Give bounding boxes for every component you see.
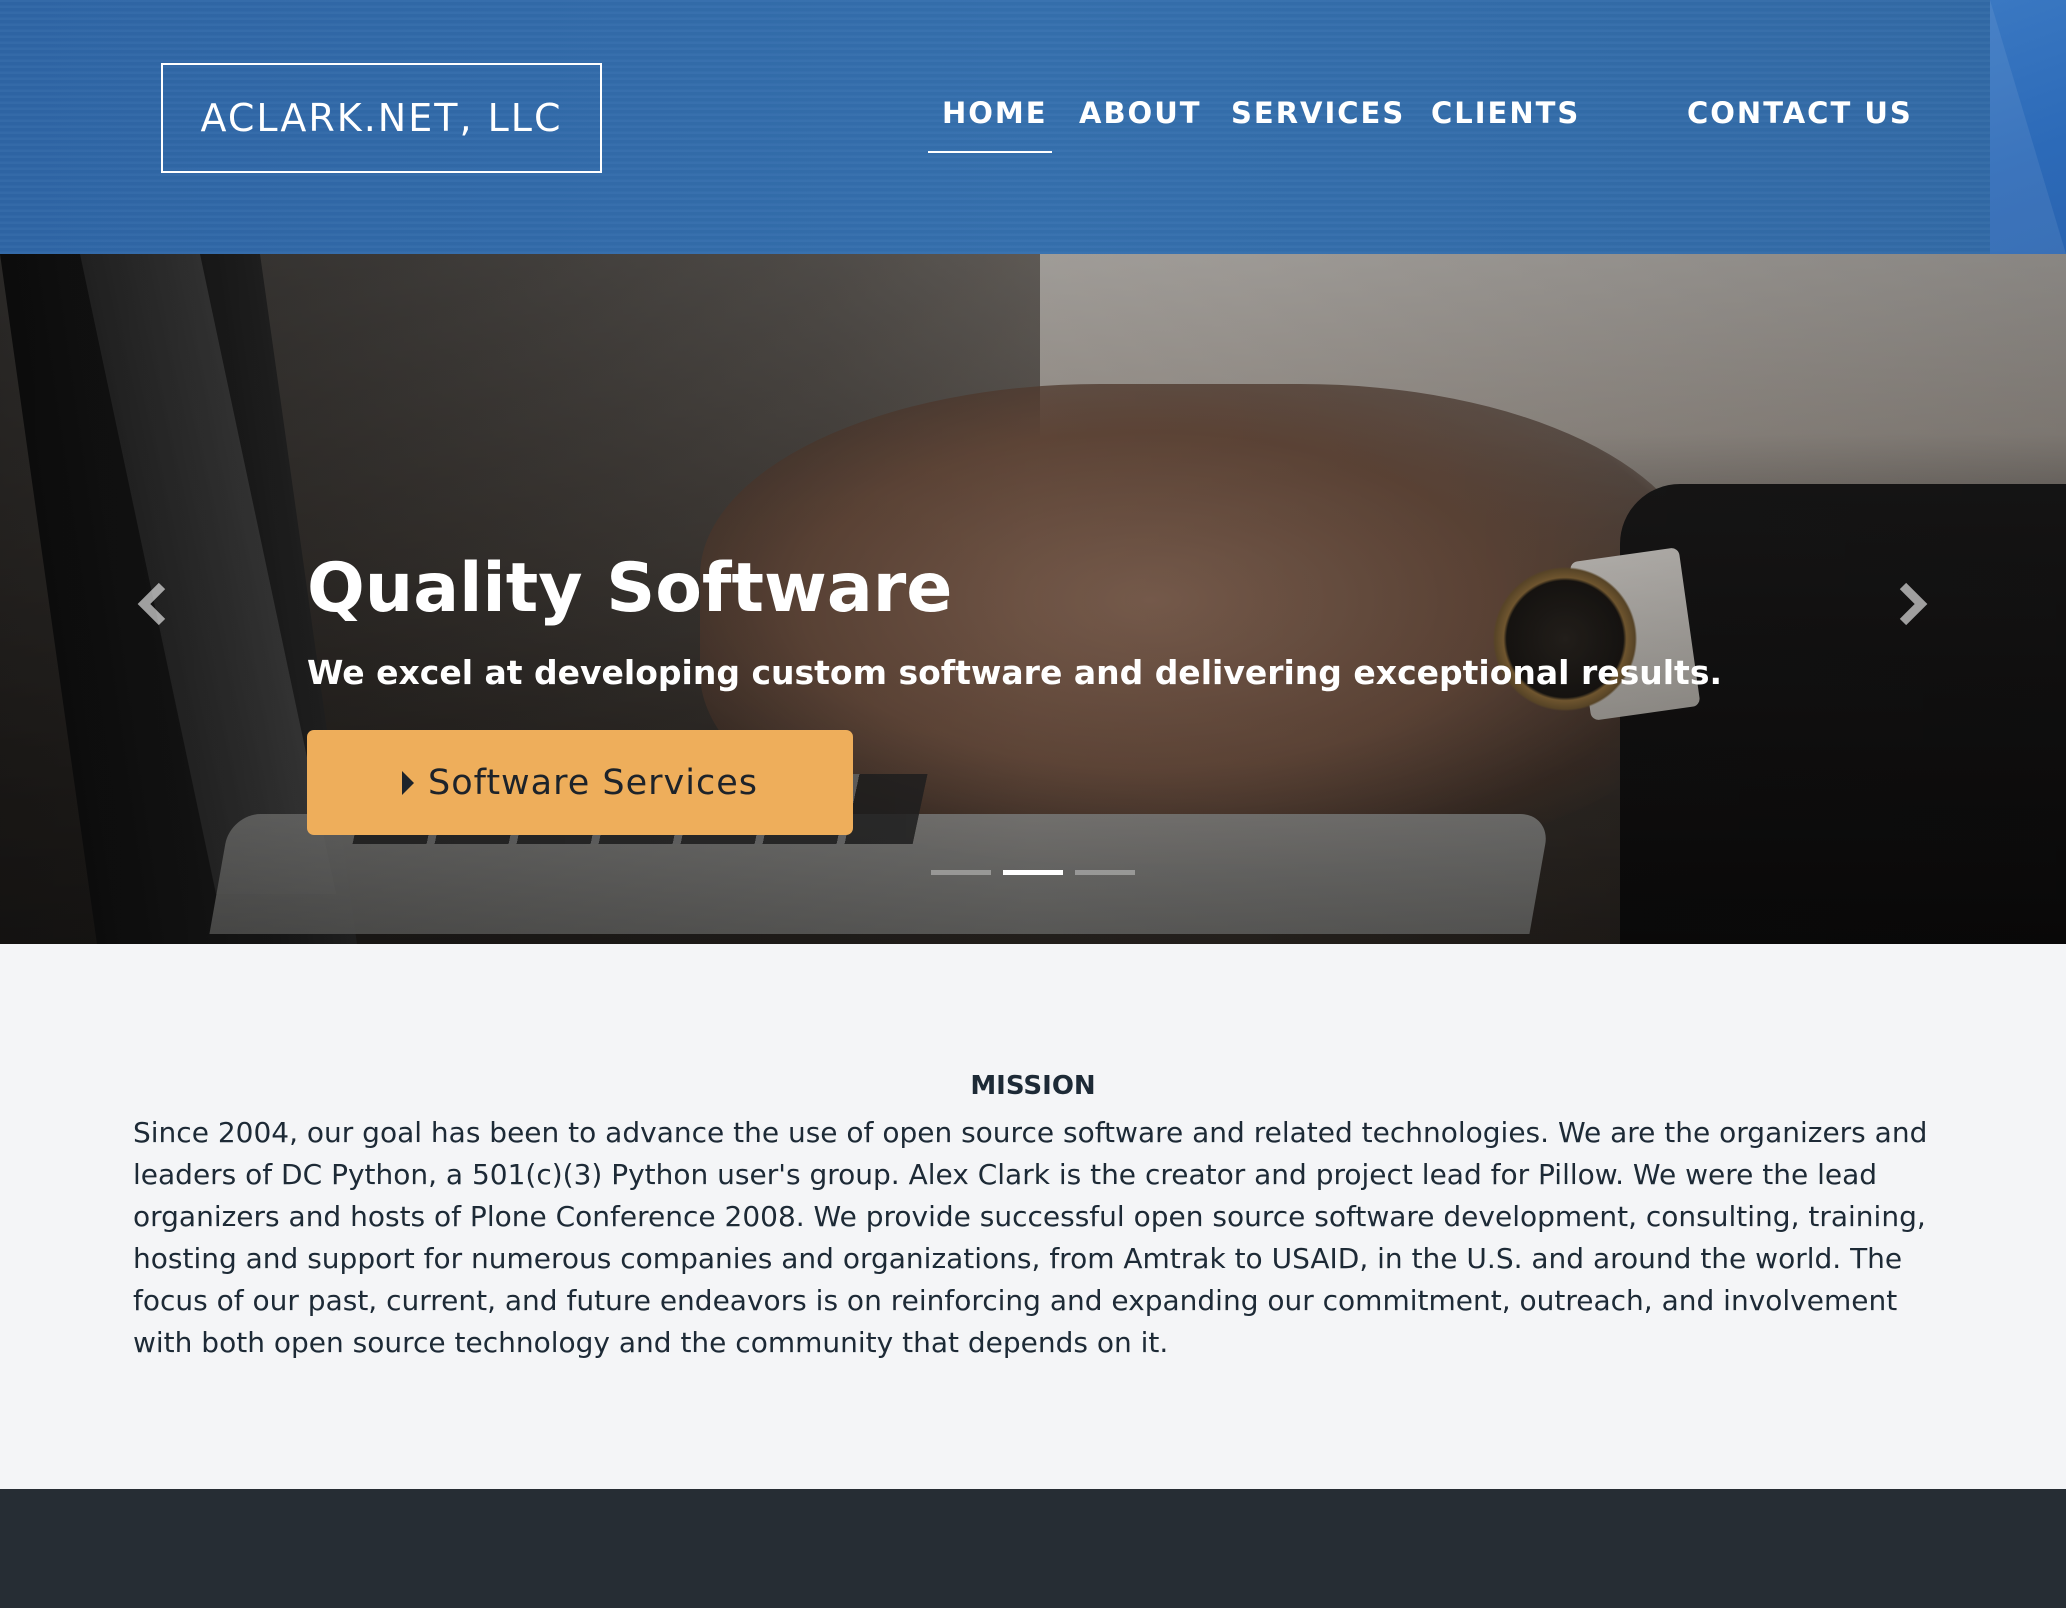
nav-about[interactable]: ABOUT: [1079, 96, 1202, 130]
chevron-left-icon[interactable]: [132, 574, 172, 634]
site-logo[interactable]: ACLARK.NET, LLC: [161, 63, 602, 173]
site-footer: [0, 1489, 2066, 1608]
chevron-right-icon[interactable]: [1893, 574, 1933, 634]
caret-right-icon: [401, 770, 414, 795]
hero-carousel: Quality Software We excel at developing …: [0, 254, 2066, 944]
nav-services[interactable]: SERVICES: [1231, 96, 1405, 130]
software-services-button[interactable]: Software Services: [307, 730, 853, 835]
header-edge-decoration: [1990, 0, 2066, 254]
button-label: Software Services: [427, 762, 758, 803]
mission-text: Since 2004, our goal has been to advance…: [133, 1116, 1928, 1359]
nav-clients[interactable]: CLIENTS: [1431, 96, 1580, 130]
carousel-indicator-1[interactable]: [931, 870, 991, 875]
carousel-indicator-2[interactable]: [1003, 870, 1063, 875]
hero-title: Quality Software: [307, 549, 953, 628]
nav-contact-us[interactable]: CONTACT US: [1687, 96, 1913, 130]
logo-text: ACLARK.NET, LLC: [200, 96, 563, 140]
site-header: ACLARK.NET, LLC HOME ABOUT SERVICES CLIE…: [0, 0, 2066, 254]
nav-home[interactable]: HOME: [942, 96, 1048, 130]
carousel-indicator-3[interactable]: [1075, 870, 1135, 875]
mission-heading: MISSION: [970, 1071, 1096, 1101]
nav-active-underline: [928, 151, 1052, 153]
hero-subtitle: We excel at developing custom software a…: [307, 653, 1723, 692]
